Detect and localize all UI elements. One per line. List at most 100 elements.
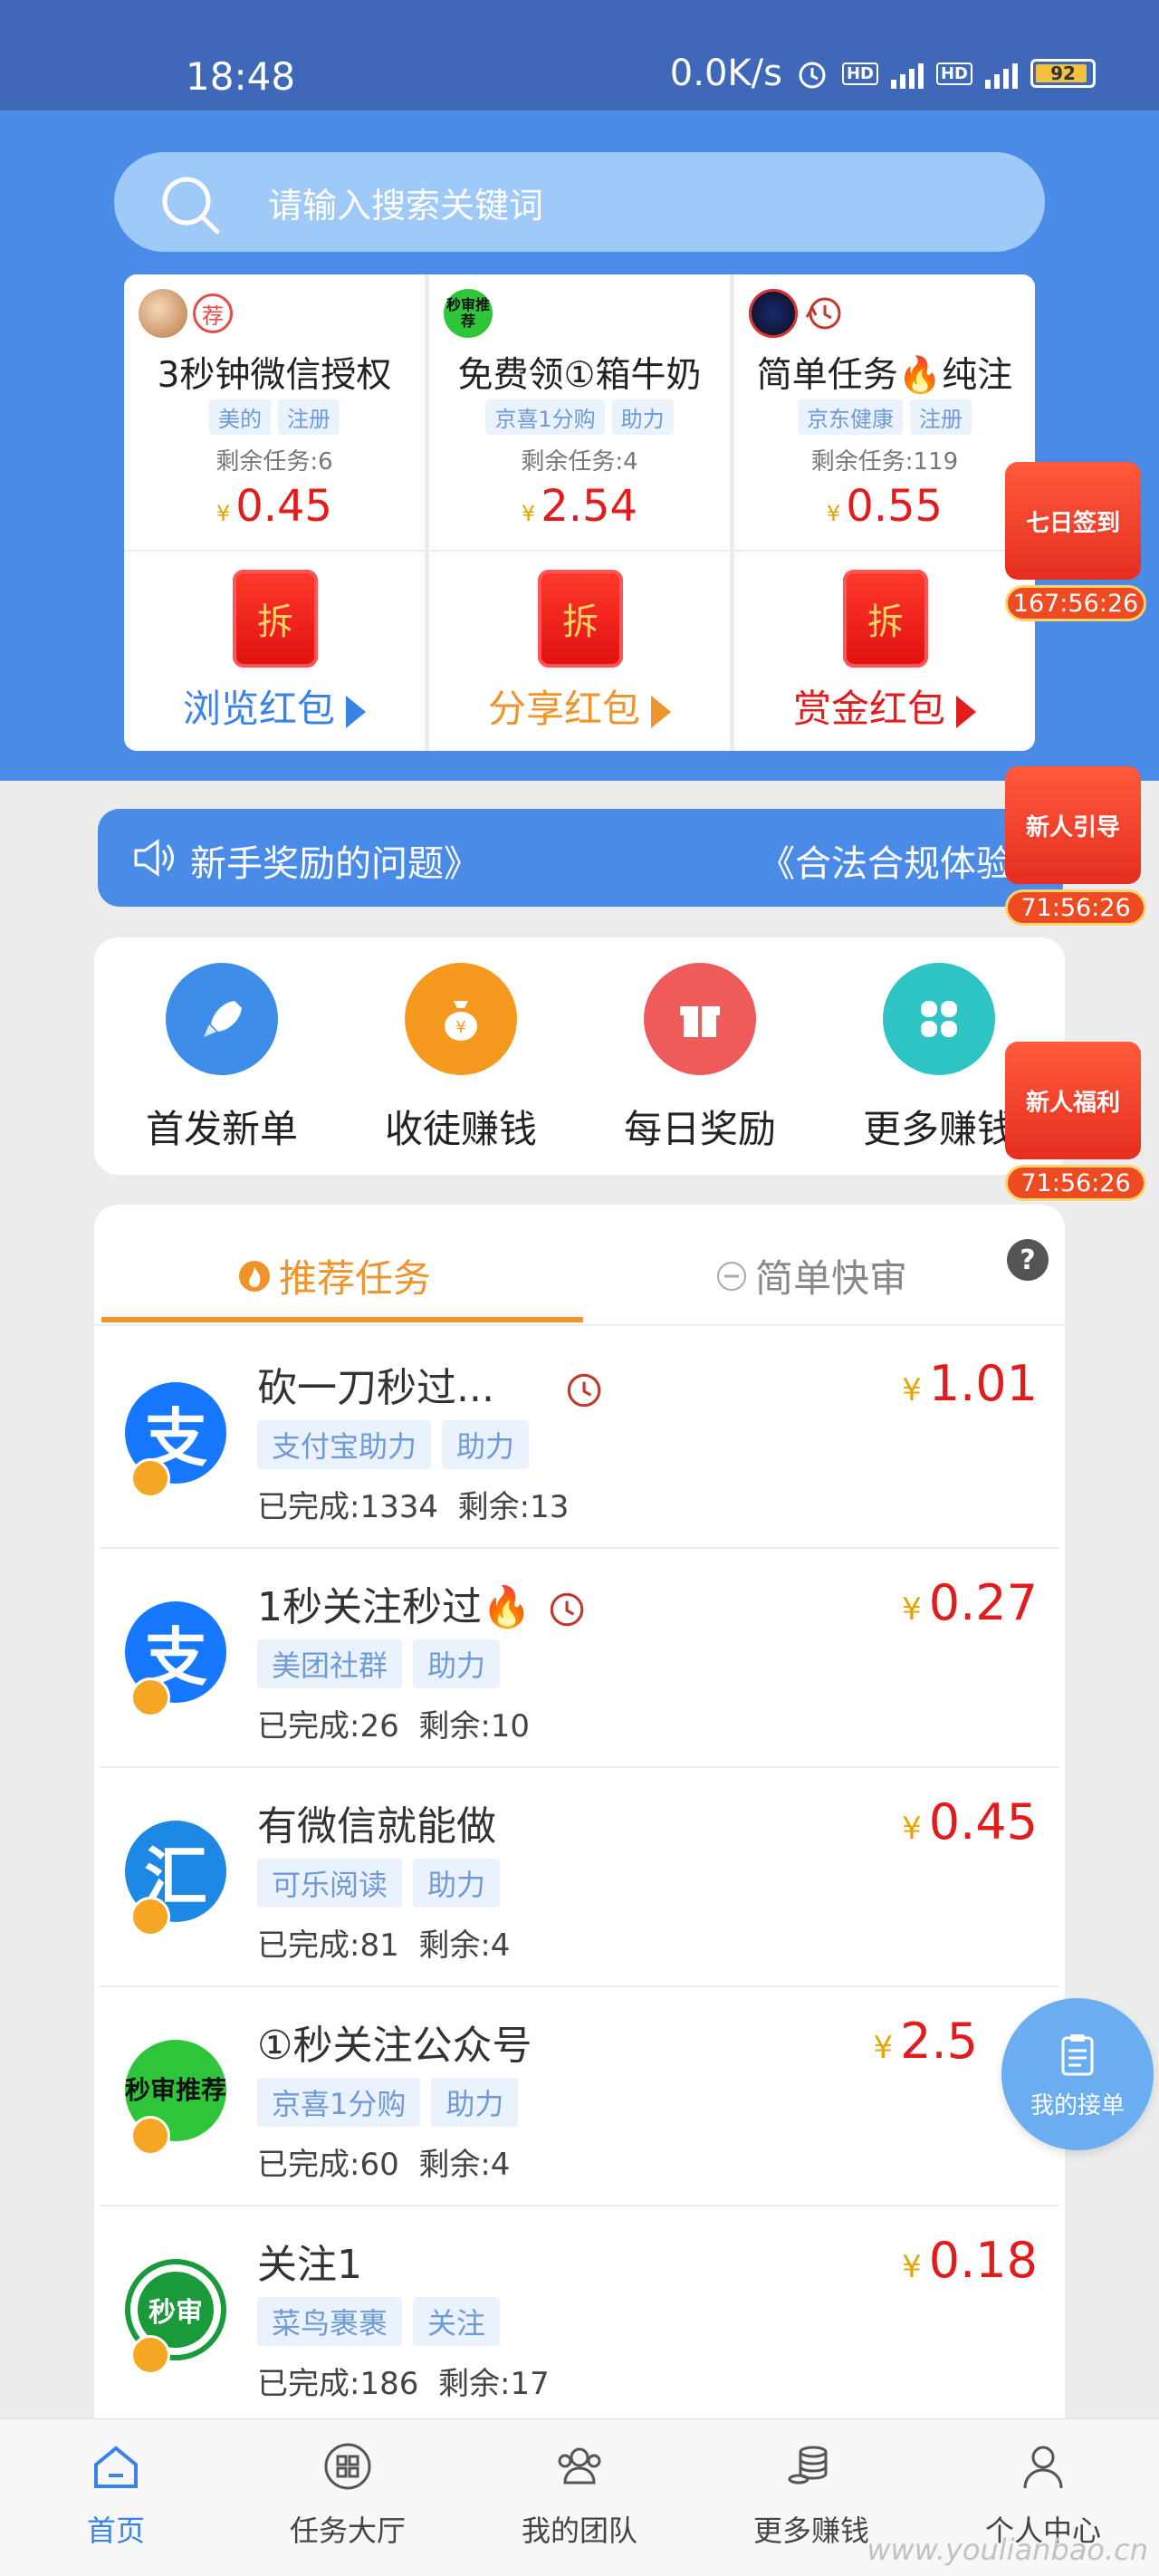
task-tag: 京喜1分购 — [257, 2078, 421, 2127]
quick-item-daily-reward[interactable]: 每日奖励 — [596, 963, 804, 1154]
flame-icon — [239, 1260, 270, 1292]
task-row[interactable]: 秒审 关注1 菜鸟裹裹 关注 已完成:186 剩余:17 ¥0.18 — [100, 2206, 1059, 2418]
tag: 注册 — [278, 399, 340, 435]
grid-icon — [324, 2443, 371, 2490]
featured-title: 简单任务🔥纯注 — [756, 355, 1013, 396]
announcement-text: 新手奖励的问题》 — [190, 843, 480, 885]
tag: 美的 — [209, 399, 271, 435]
announcement-bar[interactable]: 新手奖励的问题》 《合法合规体验推广》 — [98, 809, 1063, 907]
money-bag-icon: ¥ — [405, 963, 517, 1075]
task-stats: 已完成:60 剩余:4 — [257, 2147, 511, 2183]
signal-icon — [890, 58, 924, 89]
network-speed: 0.0K/s — [669, 53, 782, 94]
task-price: ¥0.27 — [902, 1574, 1038, 1631]
task-price: ¥1.01 — [902, 1355, 1038, 1412]
avatar — [139, 289, 187, 338]
rocket-icon — [166, 963, 278, 1075]
team-icon — [558, 2447, 601, 2485]
tab-underline — [101, 1317, 583, 1322]
search-bar[interactable]: 请输入搜索关键词 — [114, 152, 1045, 252]
task-tag: 助力 — [413, 1639, 501, 1688]
task-tag: 菜鸟裹裹 — [257, 2297, 403, 2346]
promo-timer: 71:56:26 — [1005, 1165, 1146, 1201]
my-orders-button[interactable]: 我的接单 — [1001, 1998, 1154, 2150]
nav-task-hall[interactable]: 任务大厅 — [257, 2437, 438, 2550]
task-tag: 助力 — [431, 2078, 519, 2127]
task-row[interactable]: 支 1秒关注秒过🔥 美团社群 助力 已完成:26 剩余:10 ¥0.27 — [100, 1549, 1059, 1768]
red-packet-bounty[interactable]: 拆 赏金红包 — [734, 552, 1035, 751]
featured-price: ¥0.45 — [216, 481, 333, 532]
promo-timer: 71:56:26 — [1005, 889, 1146, 926]
task-row[interactable]: 秒审推荐 ①秒关注公众号 京喜1分购 助力 已完成:60 剩余:4 ¥2.5 — [100, 1987, 1059, 2206]
star-badge-icon — [130, 2335, 170, 2375]
featured-card[interactable]: 荐 3秒钟微信授权 美的 注册 剩余任务:6 ¥0.45 — [124, 274, 425, 550]
tab-quick-review[interactable]: 简单快审 — [715, 1248, 907, 1303]
promo-label: 新人福利 — [1005, 1042, 1141, 1159]
task-title: 1秒关注秒过🔥 — [257, 1574, 586, 1632]
red-envelope-icon: 拆 — [538, 570, 623, 668]
watermark: www.youlianbao.cn — [867, 2533, 1148, 2567]
status-bar: 18:48 0.0K/s HD HD 92 — [0, 0, 1159, 111]
red-packet-browse[interactable]: 拆 浏览红包 — [124, 552, 425, 751]
task-tag: 助力 — [413, 1859, 501, 1908]
red-packet-label: 浏览红包 — [124, 678, 425, 734]
tag: 京东健康 — [798, 399, 903, 435]
tag: 京喜1分购 — [485, 399, 605, 435]
clipboard-icon — [1061, 2033, 1094, 2075]
red-envelope-icon: 拆 — [843, 570, 928, 668]
hd-icon-2: HD — [935, 62, 972, 85]
search-icon — [162, 177, 220, 235]
promo-newbie-guide[interactable]: 新人引导 71:56:26 — [1005, 766, 1146, 926]
featured-price: ¥0.55 — [826, 481, 943, 532]
clock-icon — [567, 1373, 601, 1408]
neon-app-icon — [749, 289, 798, 338]
recommend-badge: 荐 — [193, 293, 233, 333]
star-badge-icon — [130, 1677, 170, 1717]
speaker-icon — [134, 839, 174, 877]
task-price: ¥2.5 — [873, 2013, 978, 2070]
featured-remain: 剩余任务:6 — [216, 448, 333, 476]
promo-newbie-welfare[interactable]: 新人福利 71:56:26 — [1005, 1042, 1146, 1201]
home-icon — [94, 2446, 138, 2488]
clock-icon — [805, 297, 841, 330]
quick-item-new-orders[interactable]: 首发新单 — [118, 963, 326, 1154]
task-panel: 推荐任务 简单快审 ? 支 砍一刀秒过... 支付宝助力 助力 已完成:1334 … — [94, 1205, 1065, 2418]
task-price: ¥0.45 — [902, 1793, 1038, 1850]
nav-my-team[interactable]: 我的团队 — [489, 2437, 670, 2550]
clock-icon — [550, 1592, 584, 1627]
nav-home[interactable]: 首页 — [25, 2437, 206, 2550]
task-title: 关注1 — [257, 2242, 362, 2288]
red-packet-share[interactable]: 拆 分享红包 — [429, 552, 730, 751]
task-row[interactable]: 汇 有微信就能做 可乐阅读 助力 已完成:81 剩余:4 ¥0.45 — [100, 1768, 1059, 1987]
tag: 助力 — [611, 399, 674, 435]
bottom-nav: 首页 任务大厅 我的团队 更多赚钱 个人中心 www.youlianbao.cn — [0, 2418, 1159, 2576]
task-stats: 已完成:81 剩余:4 — [257, 1927, 511, 1964]
promo-seven-day-checkin[interactable]: 七日签到 167:56:26 — [1005, 462, 1146, 621]
status-icons: 0.0K/s HD HD 92 — [670, 53, 1096, 94]
tag: 注册 — [910, 399, 972, 435]
featured-card[interactable]: 秒审推荐 免费领①箱牛奶 京喜1分购 助力 剩余任务:4 ¥2.54 — [429, 274, 730, 550]
promo-label: 新人引导 — [1005, 766, 1141, 884]
quick-item-recruit[interactable]: ¥ 收徒赚钱 — [357, 963, 565, 1154]
promo-timer: 167:56:26 — [1005, 585, 1146, 621]
triangle-right-icon — [346, 695, 366, 728]
help-icon[interactable]: ? — [1007, 1239, 1049, 1281]
triangle-right-icon — [651, 695, 671, 728]
coins-icon — [788, 2446, 828, 2485]
tab-recommended[interactable]: 推荐任务 — [237, 1248, 431, 1303]
promo-label: 七日签到 — [1005, 462, 1141, 580]
quick-item-label: 每日奖励 — [623, 1107, 776, 1151]
task-row[interactable]: 支 砍一刀秒过... 支付宝助力 助力 已完成:1334 剩余:13 ¥1.01 — [100, 1330, 1059, 1549]
gift-icon — [644, 963, 756, 1075]
star-badge-icon — [130, 2116, 170, 2156]
star-badge-icon — [130, 1458, 170, 1498]
featured-remain: 剩余任务:4 — [521, 448, 638, 476]
triangle-right-icon — [956, 695, 976, 728]
user-icon — [1023, 2446, 1063, 2489]
task-tag: 关注 — [413, 2297, 501, 2346]
featured-title: 3秒钟微信授权 — [157, 355, 392, 396]
quick-item-label: 收徒赚钱 — [384, 1107, 537, 1151]
task-title: 有微信就能做 — [257, 1803, 496, 1850]
star-badge-icon — [130, 1897, 170, 1937]
featured-card[interactable]: 简单任务🔥纯注 京东健康 注册 剩余任务:119 ¥0.55 — [734, 274, 1035, 550]
